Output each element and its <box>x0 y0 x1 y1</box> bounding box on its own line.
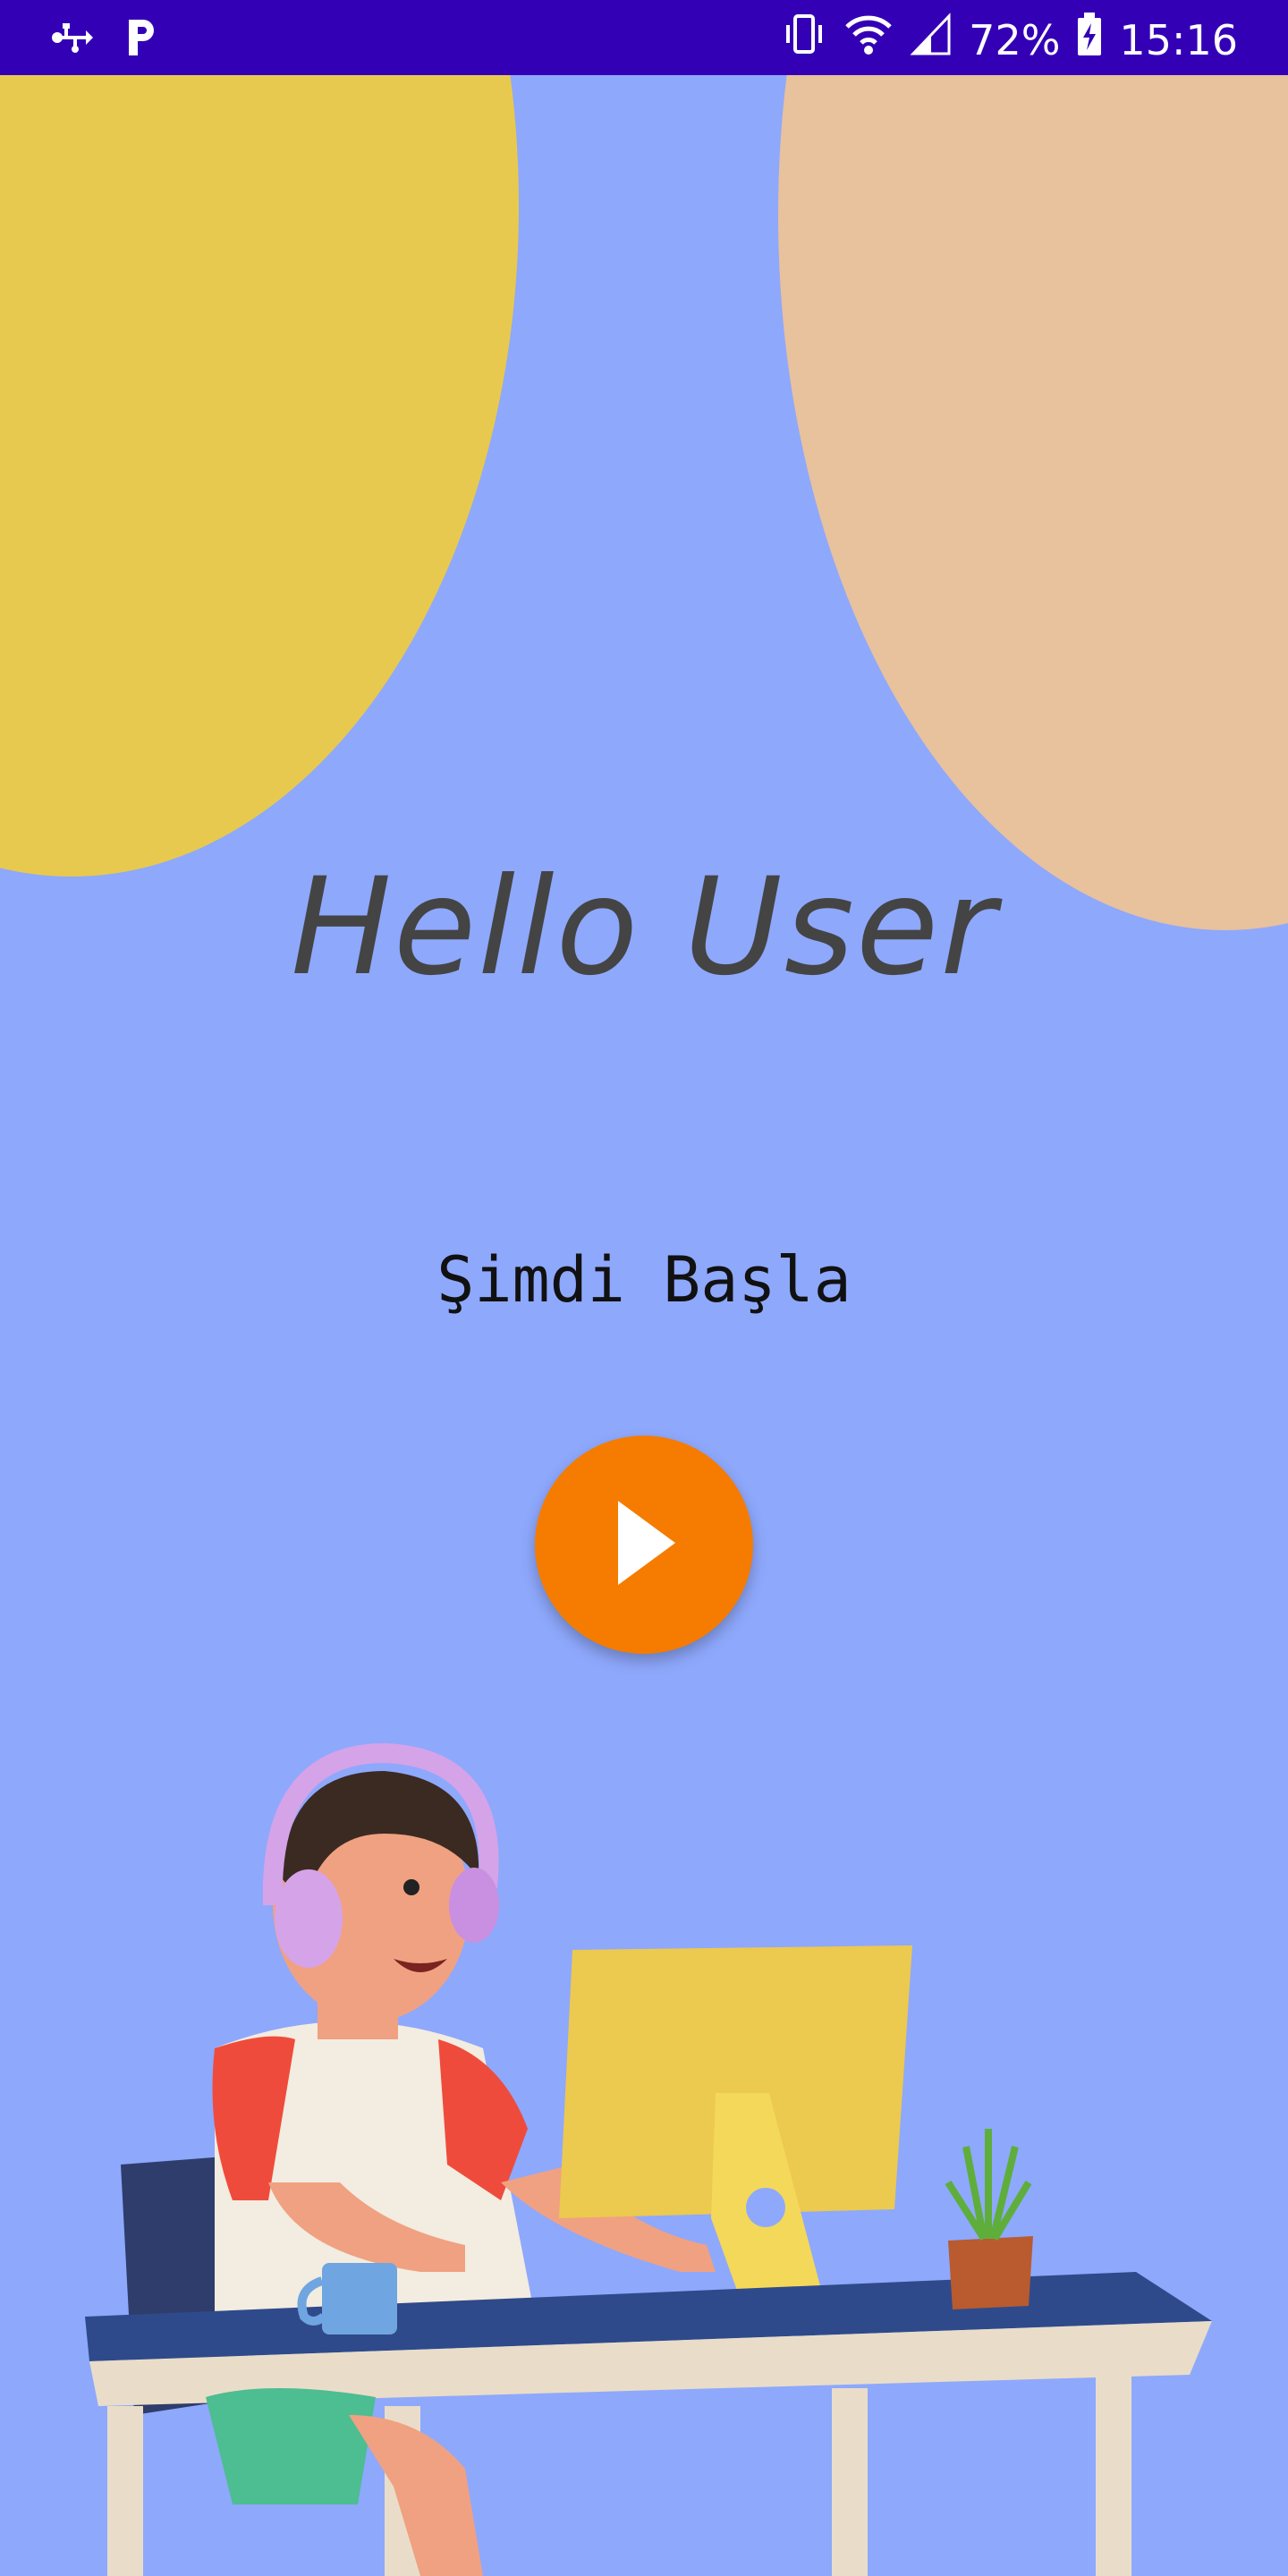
usb-icon <box>50 16 93 63</box>
play-icon <box>604 1494 684 1596</box>
headphone-right <box>449 1868 499 1943</box>
plant-leaves <box>945 2129 1032 2241</box>
battery-icon <box>1076 11 1103 70</box>
wifi-icon <box>843 11 894 70</box>
eye <box>403 1879 419 1895</box>
play-button[interactable] <box>535 1436 753 1654</box>
illustration-person-at-desk <box>0 1699 1288 2576</box>
decorative-circle-yellow <box>0 0 519 877</box>
desk-leg-right <box>832 2388 868 2576</box>
shorts <box>206 2388 376 2504</box>
mug <box>322 2263 397 2334</box>
decorative-circle-peach <box>778 0 1288 930</box>
status-right: 72% 15:16 <box>781 11 1238 70</box>
p-app-icon <box>123 16 159 63</box>
signal-icon <box>910 11 953 70</box>
plant-pot <box>948 2236 1033 2309</box>
vibrate-icon <box>781 11 827 70</box>
stand-hole <box>746 2188 785 2227</box>
app-screen: 72% 15:16 Hello User Şimdi Başla <box>0 0 1288 2576</box>
status-left <box>50 16 159 63</box>
battery-percent: 72% <box>969 16 1061 64</box>
desk-leg-far <box>1096 2375 1131 2576</box>
headphone-left <box>275 1869 343 1968</box>
start-label: Şimdi Başla <box>436 1243 852 1317</box>
greeting-title: Hello User <box>291 850 997 1005</box>
clock: 15:16 <box>1119 16 1238 64</box>
desk-leg-left <box>107 2406 143 2576</box>
status-bar: 72% 15:16 <box>0 0 1288 75</box>
leg <box>349 2415 483 2576</box>
